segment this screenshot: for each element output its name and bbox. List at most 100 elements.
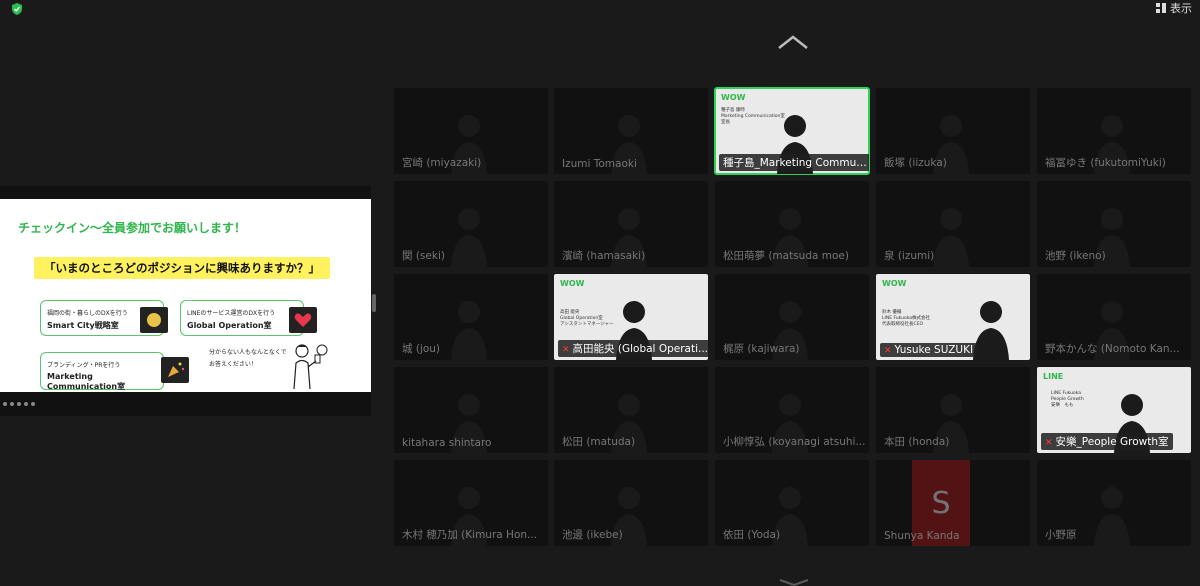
participant-name: 依田 (Yoda): [723, 529, 781, 541]
person-with-phone-illustration: [293, 344, 328, 389]
participant-name: ✕ 高田能央 (Global Operati...: [558, 340, 708, 357]
participant-tile[interactable]: 福冨ゆき (fukutomiYuki): [1037, 88, 1191, 174]
participant-tile[interactable]: 濱崎 (hamasaki): [554, 181, 708, 267]
participant-tile[interactable]: 関 (seki): [394, 181, 548, 267]
participant-tile[interactable]: LINE LINE Fukuoka People Growth 安樂 もも ✕ 安…: [1037, 367, 1191, 453]
card-subtitle: ブランディング・PRを行う: [47, 362, 121, 369]
participant-tile[interactable]: 小柳惇弘 (koyanagi atsuhi...: [715, 367, 869, 453]
shared-screen: チェックイン〜全員参加でお願いします！ 「いまのところどのポジションに興味ありま…: [0, 186, 371, 416]
slide-note: 分からない人もなんとなくで お答えください！: [209, 347, 287, 371]
participant-name: 本田 (honda): [884, 436, 950, 448]
participant-name-text: 安樂_People Growth室: [1055, 436, 1169, 448]
participant-name: ✕ Yusuke SUZUKI: [880, 343, 978, 357]
participant-tile[interactable]: WOW 高田 能央 Global Operation室 アシスタントマネージャー…: [554, 274, 708, 360]
share-controls-icon[interactable]: [2, 401, 42, 407]
participant-name: 梶原 (kajiwara): [723, 343, 800, 355]
resize-handle[interactable]: [372, 294, 376, 312]
slide-question: 「いまのところどのポジションに興味ありますか？」: [34, 257, 330, 279]
participant-tile[interactable]: 野本かんな (Nomoto Kan...: [1037, 274, 1191, 360]
scroll-up-chevron-icon[interactable]: [777, 34, 809, 50]
top-bar: 表示: [0, 0, 1200, 18]
participant-tile[interactable]: S Shunya Kanda: [876, 460, 1030, 546]
caption-line: アシスタントマネージャー: [560, 322, 614, 327]
party-popper-icon: [161, 357, 189, 383]
participant-name: Shunya Kanda: [884, 530, 960, 542]
wow-logo: WOW: [721, 93, 746, 102]
participant-tile[interactable]: 池邊 (ikebe): [554, 460, 708, 546]
participant-tile[interactable]: 池野 (ikeno): [1037, 181, 1191, 267]
participant-tile[interactable]: kitahara shintaro: [394, 367, 548, 453]
participant-tile[interactable]: 泉 (izumi): [876, 181, 1030, 267]
participant-tile[interactable]: 城 (jou): [394, 274, 548, 360]
wow-logo: WOW: [560, 279, 585, 288]
participant-name-text: 高田能央 (Global Operati...: [572, 343, 708, 355]
participant-tile[interactable]: WOW 鈴木 優輔 LINE Fukuoka株式会社 代表取締役社長CEO ✕ Y…: [876, 274, 1030, 360]
muted-mic-icon: ✕: [884, 346, 892, 356]
participant-tile[interactable]: 本田 (honda): [876, 367, 1030, 453]
participant-tile[interactable]: 宮崎 (miyazaki): [394, 88, 548, 174]
participant-tile[interactable]: 依田 (Yoda): [715, 460, 869, 546]
muted-mic-icon: ✕: [1045, 438, 1053, 448]
participant-name: 泉 (izumi): [884, 250, 935, 262]
participant-name: 城 (jou): [402, 343, 441, 355]
caption-line: 代表取締役社長CEO: [882, 322, 924, 327]
position-card-smart-city: 福岡の街・暮らしのDXを行う Smart City戦略室: [40, 300, 168, 336]
video-caption: 鈴木 優輔 LINE Fukuoka株式会社 代表取締役社長CEO: [882, 310, 930, 328]
participant-name: 木村 穂乃加 (Kimura Hon...: [402, 529, 538, 541]
slide-note-line: 分からない人もなんとなくで: [209, 349, 287, 356]
view-label: 表示: [1170, 2, 1192, 15]
gallery-view-icon: [1156, 3, 1166, 13]
card-subtitle: LINEのサービス運営のDXを行う: [187, 310, 276, 317]
participant-name: 関 (seki): [402, 250, 445, 262]
slide-title: チェックイン〜全員参加でお願いします！: [18, 221, 247, 235]
wow-logo: WOW: [882, 279, 907, 288]
view-button[interactable]: 表示: [1156, 0, 1192, 16]
video-caption: 種子島 康時 Marketing Communication室 室長: [721, 108, 785, 126]
scroll-down-chevron-icon[interactable]: [778, 578, 810, 586]
participant-video: [449, 296, 489, 360]
slide-note-line: お答えください！: [209, 361, 257, 368]
participant-tile[interactable]: 飯塚 (iizuka): [876, 88, 1030, 174]
participant-name: 小柳惇弘 (koyanagi atsuhi...: [723, 436, 866, 448]
participant-video: [449, 203, 489, 267]
participant-name: 池野 (ikeno): [1045, 250, 1106, 262]
participant-name: 福冨ゆき (fukutomiYuki): [1045, 157, 1166, 169]
participant-name: 野本かんな (Nomoto Kan...: [1045, 343, 1180, 355]
shared-slide: チェックイン〜全員参加でお願いします！ 「いまのところどのポジションに興味ありま…: [0, 199, 371, 392]
participant-name: 宮崎 (miyazaki): [402, 157, 482, 169]
participant-grid: 宮崎 (miyazaki) Izumi Tomaoki WOW 種子島 康時 M…: [391, 86, 1195, 553]
participant-tile[interactable]: 木村 穂乃加 (Kimura Hon...: [394, 460, 548, 546]
participant-tile-active-speaker[interactable]: WOW 種子島 康時 Marketing Communication室 室長 種…: [714, 87, 870, 175]
participant-name: 小野原: [1045, 529, 1077, 541]
participant-name: Izumi Tomaoki: [562, 158, 637, 170]
muted-mic-icon: ✕: [562, 345, 570, 355]
line-logo: LINE: [1043, 372, 1064, 381]
card-title: Global Operation室: [187, 321, 272, 330]
card-title: Marketing Communication室: [47, 372, 126, 391]
participant-tile[interactable]: Izumi Tomaoki: [554, 88, 708, 174]
caption-line: Marketing Communication室: [721, 114, 785, 119]
video-caption: LINE Fukuoka People Growth 安樂 もも: [1051, 391, 1084, 409]
participant-name: 濱崎 (hamasaki): [562, 250, 646, 262]
participant-name: 池邊 (ikebe): [562, 529, 623, 541]
participant-tile[interactable]: 松田 (matuda): [554, 367, 708, 453]
participant-video: [1092, 482, 1132, 546]
card-title: Smart City戦略室: [47, 321, 119, 330]
participant-name: ✕ 安樂_People Growth室: [1041, 433, 1173, 450]
participant-tile[interactable]: 松田萌夢 (matsuda moe): [715, 181, 869, 267]
participant-name: kitahara shintaro: [402, 437, 492, 449]
caption-line: 安樂 もも: [1051, 403, 1074, 408]
position-card-global-operation: LINEのサービス運営のDXを行う Global Operation室: [180, 300, 317, 336]
heart-icon: [289, 307, 317, 333]
participant-tile[interactable]: 小野原: [1037, 460, 1191, 546]
participant-name: 松田萌夢 (matsuda moe): [723, 250, 849, 262]
shield-check-icon[interactable]: [10, 2, 24, 16]
participant-name: 種子島_Marketing Communi...: [719, 154, 869, 171]
participant-name-text: Yusuke SUZUKI: [894, 344, 974, 356]
position-card-marketing-communication: ブランディング・PRを行う Marketing Communication室: [40, 352, 189, 391]
coin-illustration-icon: [140, 307, 168, 333]
participant-name: 松田 (matuda): [562, 436, 636, 448]
participant-tile[interactable]: 梶原 (kajiwara): [715, 274, 869, 360]
card-subtitle: 福岡の街・暮らしのDXを行う: [47, 310, 128, 317]
caption-line: 室長: [721, 120, 730, 125]
